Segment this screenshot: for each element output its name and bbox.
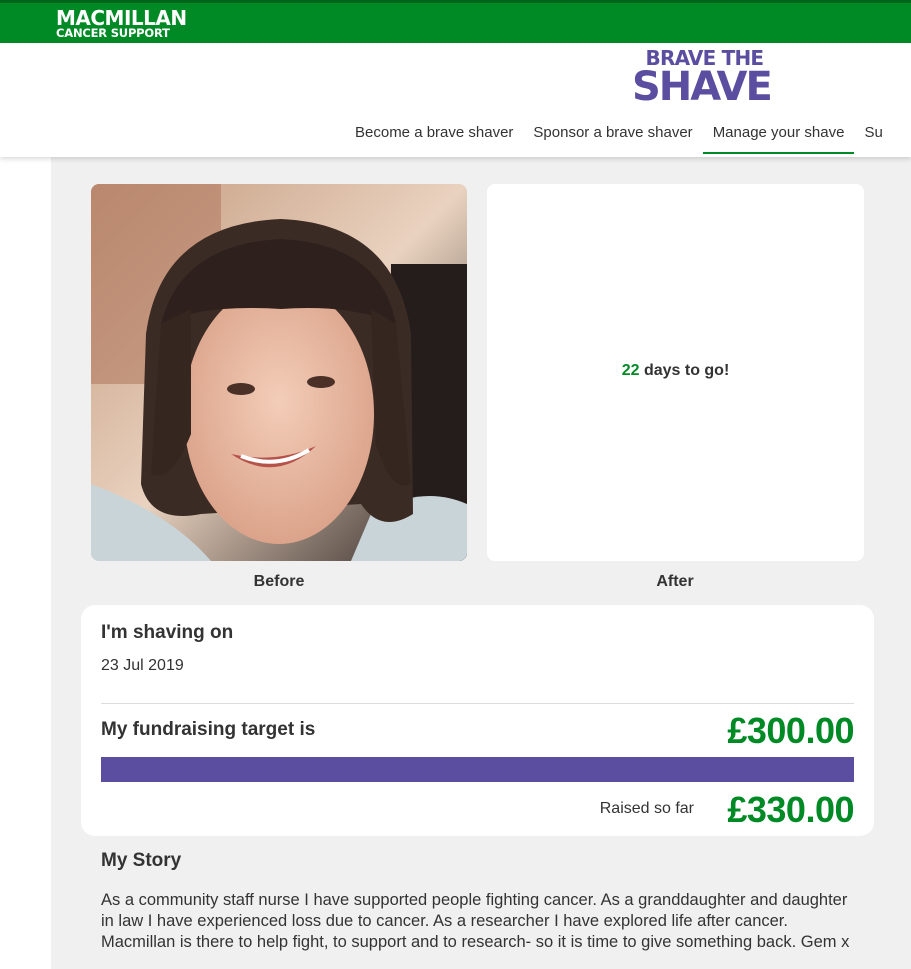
brave-the-shave-logo[interactable]: BRAVE THE SHAVE [632,46,773,110]
after-caption: After [656,573,694,590]
before-photo [91,184,467,561]
story-text: As a community staff nurse I have suppor… [101,891,850,951]
days-text: days to go! [639,362,730,379]
nav-item-truncated[interactable]: Su [854,110,892,154]
days-count: 22 [621,362,640,379]
before-photo-image [91,184,467,561]
top-brand-bar: MACMILLAN CANCER SUPPORT [0,0,911,43]
campaign-logo-line-1: BRAVE THE [645,46,765,70]
raised-value: £330.00 [727,789,854,830]
fundraising-card: I'm shaving on 23 Jul 2019 My fundraisin… [81,605,874,836]
macmillan-logo[interactable]: MACMILLAN CANCER SUPPORT [56,8,187,40]
main-nav: Become a brave shaver Sponsor a brave sh… [345,110,893,154]
target-value: £300.00 [727,710,854,751]
target-label: My fundraising target is [101,719,316,740]
campaign-logo-line-2: SHAVE [632,64,773,110]
before-caption: Before [253,573,305,590]
story-heading: My Story [101,850,182,871]
nav-manage-shave[interactable]: Manage your shave [702,110,855,154]
fundraising-progress-bar [101,757,854,782]
divider [101,703,854,704]
nav-sponsor-shaver[interactable]: Sponsor a brave shaver [523,110,702,154]
site-header: BRAVE THE SHAVE Become a brave shaver Sp… [0,43,911,157]
logo-line-2: CANCER SUPPORT [56,26,170,40]
progress-fill [101,757,854,782]
logo-line-1: MACMILLAN [56,6,187,30]
shave-date-heading: I'm shaving on [101,622,234,643]
raised-label: Raised so far [599,800,694,817]
after-photo-placeholder: 22 days to go! [487,184,864,561]
nav-become-shaver[interactable]: Become a brave shaver [345,110,523,154]
days-to-go: 22 days to go! [487,362,864,380]
page-margin [0,157,51,969]
shave-date: 23 Jul 2019 [101,657,184,674]
